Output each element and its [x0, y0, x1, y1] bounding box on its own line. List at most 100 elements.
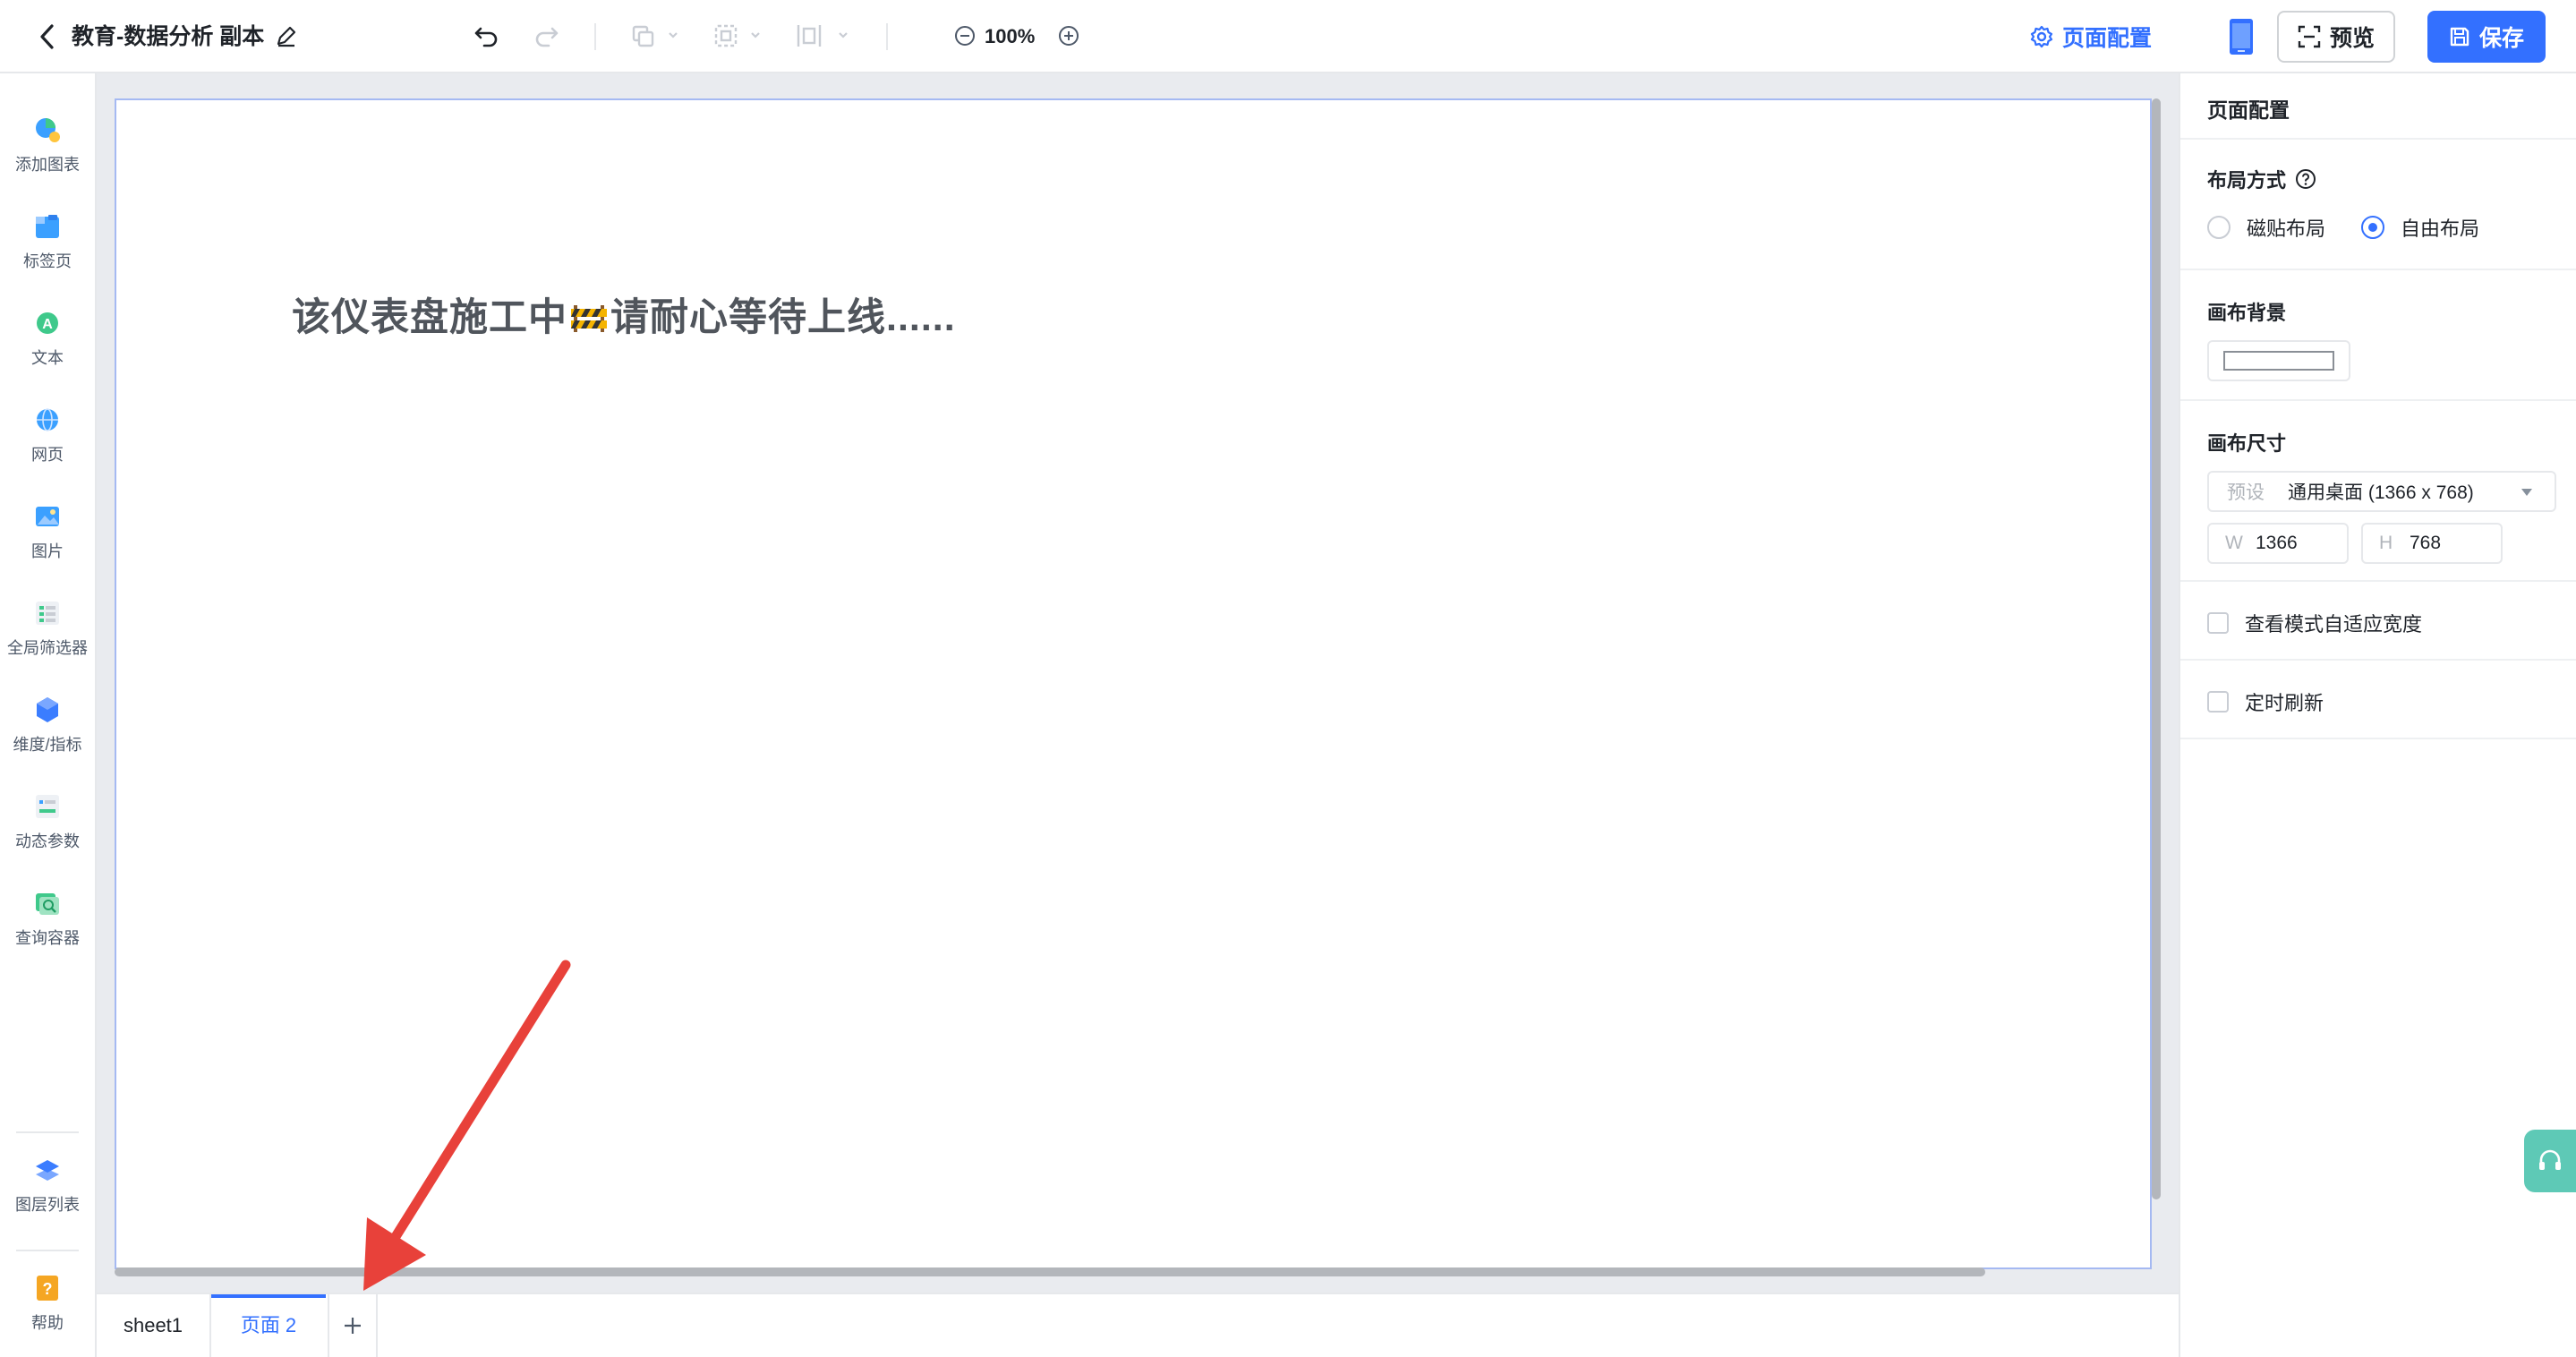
layout-option-free[interactable]: 自由布局 [2361, 213, 2479, 242]
tab-page-icon [36, 215, 59, 238]
headset-icon [2539, 1149, 2561, 1170]
redo-button[interactable] [532, 18, 560, 54]
preset-prefix: 预设 [2227, 482, 2265, 503]
canvas-preset-select[interactable]: 预设 通用桌面 (1366 x 768) [2207, 471, 2556, 512]
copy-dropdown[interactable] [630, 18, 680, 54]
canvas-width-input[interactable]: W 1366 [2207, 523, 2349, 564]
sidebar-item-label: 图片 [31, 542, 64, 560]
sidebar-item-label: 图层列表 [15, 1196, 80, 1214]
auto-refresh-label: 定时刷新 [2245, 692, 2324, 714]
fit-width-option[interactable]: 查看模式自适应宽度 [2207, 609, 2422, 637]
zoom-level: 100% [985, 25, 1036, 47]
zoom-out-button[interactable] [954, 18, 976, 54]
zoom-in-button[interactable] [1058, 18, 1079, 54]
add-page-button[interactable] [328, 1294, 378, 1357]
page-config-panel: 页面配置 布局方式 磁贴布局 自由布局 画布背景 画布尺寸 预设 通用桌面 (1… [2179, 73, 2576, 1357]
sidebar-divider [16, 1250, 79, 1251]
sidebar-item-text[interactable]: A 文本 [0, 301, 95, 387]
sidebar-item-query-container[interactable]: 查询容器 [0, 881, 95, 967]
toolbar-divider [594, 23, 596, 50]
width-value: 1366 [2256, 533, 2298, 553]
toolbar-divider [886, 23, 888, 50]
group-icon [714, 24, 760, 47]
top-toolbar: 教育-数据分析 副本 100% 页面配置 预览 保存 [0, 0, 2576, 73]
sidebar-divider [16, 1131, 79, 1133]
save-button[interactable]: 保存 [2427, 11, 2546, 63]
minus-circle-icon [955, 26, 975, 46]
question-circle-icon[interactable] [2295, 168, 2316, 190]
radio-tile[interactable] [2207, 216, 2231, 239]
vertical-scrollbar[interactable] [2152, 98, 2161, 1199]
canvas-height-input[interactable]: H 768 [2361, 523, 2503, 564]
layout-option-label: 自由布局 [2401, 218, 2480, 240]
component-sidebar: 添加图表 标签页 A 文本 网页 图片 全局筛选器 维度/指标 动态参数 查询容… [0, 73, 97, 1357]
panel-divider [2180, 738, 2576, 739]
dashboard-title: 教育-数据分析 副本 [72, 24, 265, 49]
preview-label: 预览 [2329, 26, 2375, 51]
text-icon: A [37, 312, 58, 334]
page-tab-bar: sheet1 页面 2 [97, 1293, 2179, 1357]
sidebar-item-global-filter[interactable]: 全局筛选器 [0, 591, 95, 677]
height-value: 768 [2410, 533, 2442, 553]
height-prefix: H [2379, 533, 2393, 553]
save-icon [2450, 27, 2469, 47]
sidebar-item-tab-page[interactable]: 标签页 [0, 204, 95, 290]
sidebar-item-image[interactable]: 图片 [0, 494, 95, 580]
undo-button[interactable] [473, 18, 501, 54]
gear-icon [2030, 25, 2053, 48]
chevron-left-icon [40, 24, 54, 49]
canvas-text-widget[interactable]: 该仪表盘施工中 请耐心等待上线...... [292, 286, 956, 342]
sidebar-item-label: 网页 [31, 446, 64, 464]
sidebar-item-layer-list[interactable]: 图层列表 [0, 1148, 95, 1233]
sidebar-item-dimension-metric[interactable]: 维度/指标 [0, 687, 95, 773]
global-filter-icon [36, 602, 59, 625]
panel-divider [2180, 399, 2576, 401]
caret-down-icon [2521, 489, 2532, 496]
copy-icon [632, 25, 678, 47]
panel-title: 页面配置 [2207, 98, 2290, 122]
add-chart-icon [36, 118, 60, 142]
webpage-icon [37, 408, 58, 431]
horizontal-scrollbar[interactable] [115, 1267, 1985, 1276]
preset-value: 通用桌面 (1366 x 768) [2288, 482, 2474, 503]
panel-divider [2180, 659, 2576, 661]
auto-refresh-checkbox[interactable] [2207, 691, 2229, 713]
sidebar-item-webpage[interactable]: 网页 [0, 397, 95, 483]
tab-sheet1[interactable]: sheet1 [97, 1294, 211, 1357]
auto-refresh-option[interactable]: 定时刷新 [2207, 687, 2324, 716]
sidebar-item-dynamic-param[interactable]: 动态参数 [0, 784, 95, 870]
panel-divider [2180, 269, 2576, 270]
tab-page-2[interactable]: 页面 2 [211, 1294, 326, 1357]
sidebar-item-label: 帮助 [31, 1314, 64, 1332]
sidebar-item-label: 维度/指标 [13, 736, 82, 754]
layout-label: 布局方式 [2207, 169, 2287, 192]
svg-text:A: A [42, 317, 53, 332]
dynamic-param-icon [36, 795, 59, 818]
wait-text: 请耐心等待上线...... [610, 296, 956, 339]
sidebar-item-label: 添加图表 [15, 156, 80, 174]
page-config-button[interactable]: 页面配置 [2030, 16, 2152, 57]
mobile-view-button[interactable] [2223, 16, 2259, 57]
edit-title-button[interactable] [274, 24, 299, 49]
radio-free[interactable] [2361, 216, 2384, 239]
pencil-icon [277, 26, 296, 47]
sidebar-item-help[interactable]: ? 帮助 [0, 1266, 95, 1352]
fit-width-checkbox[interactable] [2207, 612, 2229, 634]
undo-icon [474, 27, 498, 47]
layout-option-tile[interactable]: 磁贴布局 [2207, 213, 2325, 242]
align-dropdown[interactable] [795, 18, 852, 54]
sidebar-item-label: 动态参数 [15, 832, 80, 850]
background-color-picker[interactable] [2207, 340, 2350, 381]
preview-button[interactable]: 预览 [2277, 11, 2395, 63]
sidebar-item-label: 文本 [31, 349, 64, 367]
layer-list-icon [36, 1160, 59, 1181]
canvas-workspace: 该仪表盘施工中 请耐心等待上线...... [97, 73, 2179, 1293]
customer-support-button[interactable] [2524, 1130, 2576, 1192]
image-icon [36, 507, 59, 526]
back-button[interactable] [30, 20, 64, 54]
plus-circle-icon [1059, 26, 1079, 46]
sidebar-item-add-chart[interactable]: 添加图表 [0, 107, 95, 193]
svg-text:?: ? [43, 1280, 53, 1298]
dashboard-canvas[interactable]: 该仪表盘施工中 请耐心等待上线...... [115, 98, 2152, 1269]
group-dropdown[interactable] [712, 18, 763, 54]
